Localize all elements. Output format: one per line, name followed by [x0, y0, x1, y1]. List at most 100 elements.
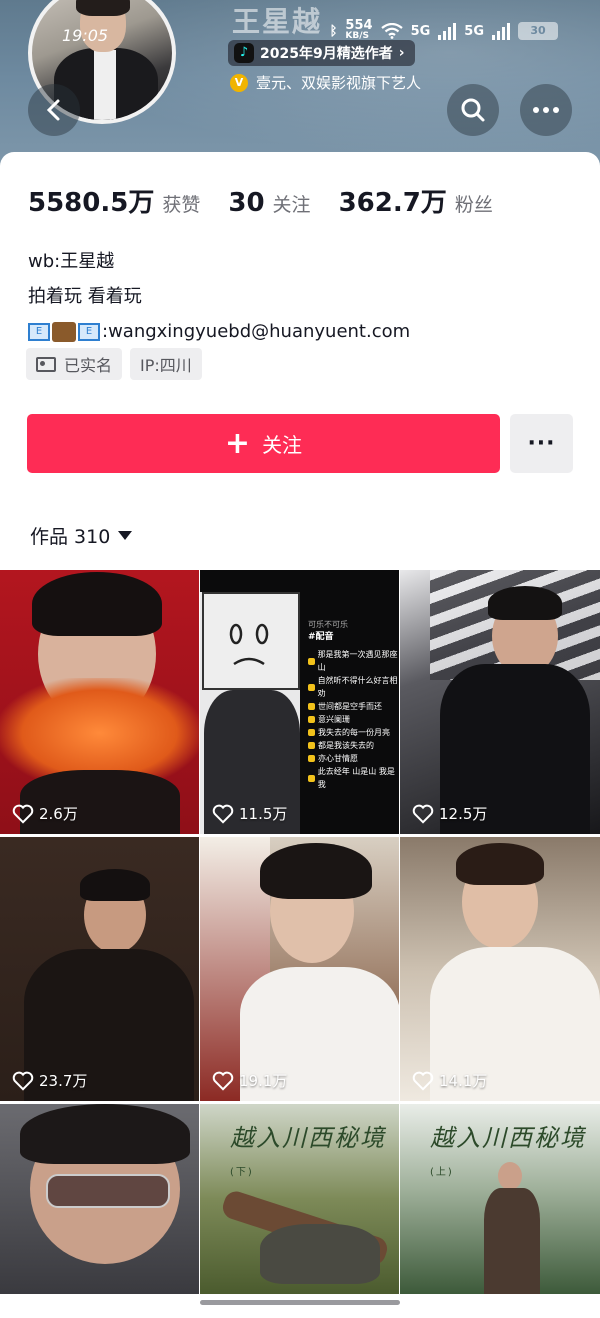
video-thumbnail[interactable]: 12.5万	[400, 570, 600, 834]
like-count-value: 23.7万	[39, 1072, 88, 1090]
like-count: 12.5万	[412, 803, 487, 824]
featured-creator-label: 2025年9月精选作者	[260, 46, 393, 62]
lyric-line: 自然听不得什么好言相劝	[317, 676, 398, 698]
stat-following[interactable]: 30 关注	[228, 188, 310, 218]
net2-label: 5G	[464, 23, 484, 39]
lyric-row: 亦心甘情愿	[308, 752, 399, 765]
sunglasses	[46, 1174, 170, 1208]
lyric-line: 都是我该失去的	[318, 741, 374, 750]
search-button[interactable]	[447, 84, 499, 136]
video-thumbnail[interactable]: 23.7万	[0, 837, 199, 1101]
like-count: 19.1万	[212, 1070, 287, 1091]
checkbox-icon	[308, 657, 315, 665]
tag-label: 已实名	[64, 356, 113, 375]
like-count-value: 14.1万	[439, 1072, 488, 1090]
lyric-line: 我失去的每一份月亮	[318, 728, 390, 737]
lyric-line: 世间都是空手而还	[318, 702, 382, 711]
back-arrow-icon	[46, 99, 60, 121]
profile-sheet: 5580.5万 获赞 30 关注 362.7万 粉丝 wb:王星越 拍着玩 看着…	[0, 152, 600, 1318]
stat-followers[interactable]: 362.7万 粉丝	[339, 182, 493, 219]
bio-line-2: 拍着玩 看着玩	[28, 286, 142, 307]
standing-figure	[484, 1188, 540, 1294]
works-tab[interactable]: 作品 310	[30, 522, 133, 549]
lyric-row: 此去经年 山是山 我是我	[308, 765, 399, 791]
search-icon	[461, 98, 485, 122]
portrait-hair	[456, 843, 544, 885]
stat-likes[interactable]: 5580.5万 获赞	[28, 182, 200, 219]
stat-label: 关注	[272, 194, 311, 216]
video-thumbnail[interactable]: 越入川西秘境 (下)	[200, 1104, 399, 1294]
lyric-line: 那是我第一次遇见那座山	[317, 650, 398, 672]
video-thumbnail[interactable]: 可乐不可乐 #配音 那是我第一次遇见那座山 自然听不得什么好言相劝 世间都是空手…	[200, 570, 399, 834]
plus-icon: +	[224, 425, 251, 461]
portrait-hair	[32, 572, 162, 636]
briefcase-icon	[52, 321, 76, 342]
bio-email-line: E E :wangxingyuebd@huanyuent.com	[28, 314, 410, 349]
signal-icon-2	[492, 22, 510, 40]
part-mark: (下)	[230, 1167, 254, 1178]
menu-button[interactable]	[520, 84, 572, 136]
like-count: 14.1万	[412, 1070, 487, 1091]
portrait-hair	[488, 586, 562, 620]
featured-creator-pill[interactable]: ♪ 2025年9月精选作者 ›	[228, 40, 415, 66]
stat-value: 5580.5万	[28, 188, 155, 218]
lyric-line: 此去经年 山是山 我是我	[317, 767, 395, 789]
heart-icon	[12, 1071, 34, 1091]
lyric-row: 意兴阑珊	[308, 713, 399, 726]
checkbox-icon	[308, 716, 315, 723]
lyric-row: 都是我该失去的	[308, 739, 399, 752]
tiktok-logo-icon: ♪	[234, 43, 254, 63]
lyric-row: 自然听不得什么好言相劝	[308, 674, 399, 700]
video-thumbnail[interactable]: 2.6万	[0, 570, 199, 834]
chevron-right-icon: ›	[398, 45, 405, 61]
lyric-panel: 可乐不可乐 #配音 那是我第一次遇见那座山 自然听不得什么好言相劝 世间都是空手…	[308, 618, 399, 814]
like-count-value: 2.6万	[39, 805, 78, 823]
follow-button[interactable]: + 关注	[27, 414, 500, 473]
lyric-title: #配音	[308, 632, 334, 642]
lyric-back: 可乐不可乐	[308, 620, 348, 629]
reclining-figure	[260, 1224, 380, 1284]
checkbox-icon	[308, 729, 315, 736]
lyric-line: 意兴阑珊	[318, 715, 350, 724]
agency-line: V 壹元、双娱影视旗下艺人	[230, 72, 421, 93]
ip-location-tag: IP:四川	[130, 348, 202, 380]
profile-stats: 5580.5万 获赞 30 关注 362.7万 粉丝	[28, 182, 493, 219]
profile-name: 王星越	[232, 5, 323, 38]
part-mark: (上)	[430, 1167, 454, 1178]
video-thumbnail[interactable]	[0, 1104, 199, 1294]
more-actions-button[interactable]: ···	[510, 414, 573, 473]
heart-icon	[12, 804, 34, 824]
bio-line-1: wb:王星越	[28, 251, 115, 272]
avatar-shirt	[94, 50, 116, 120]
portrait-hair	[20, 1104, 190, 1164]
wifi-icon	[380, 23, 403, 39]
back-button[interactable]	[28, 84, 80, 136]
box-head-figure	[202, 592, 300, 690]
calligraphy-text: 越入川西秘境	[430, 1124, 586, 1152]
checkbox-icon	[308, 774, 315, 782]
status-time: 19:05	[62, 26, 109, 45]
profile-banner: 19:05 王星越 ᛒ 554 KB/S 5G 5G 30 ♪ 2025年9月精…	[0, 0, 600, 175]
video-thumbnail[interactable]: 14.1万	[400, 837, 600, 1101]
avatar-hair	[76, 0, 130, 16]
signal-icon	[438, 22, 457, 40]
checkbox-icon	[308, 703, 315, 710]
video-thumbnail[interactable]: 越入川西秘境 (上)	[400, 1104, 600, 1294]
checkbox-icon	[308, 742, 315, 749]
stat-label: 粉丝	[454, 194, 493, 216]
calligraphy-text: 越入川西秘境	[230, 1124, 386, 1152]
bluetooth-icon: ᛒ	[329, 23, 338, 39]
agency-label: 壹元、双娱影视旗下艺人	[256, 74, 422, 92]
portrait-hair	[80, 869, 150, 901]
like-count-value: 19.1万	[239, 1072, 288, 1090]
video-thumbnail[interactable]: 19.1万	[200, 837, 399, 1101]
follow-label: 关注	[262, 433, 303, 457]
heart-icon	[412, 804, 434, 824]
profile-bio: wb:王星越 拍着玩 看着玩 E E :wangxingyuebd@huanyu…	[28, 244, 410, 349]
home-indicator[interactable]	[200, 1300, 400, 1305]
lyric-row: 我失去的每一份月亮	[308, 726, 399, 739]
email-icon: E	[78, 322, 100, 341]
verified-name-tag[interactable]: 已实名	[26, 348, 123, 380]
id-card-icon	[36, 356, 56, 372]
portrait-face	[498, 1162, 522, 1190]
